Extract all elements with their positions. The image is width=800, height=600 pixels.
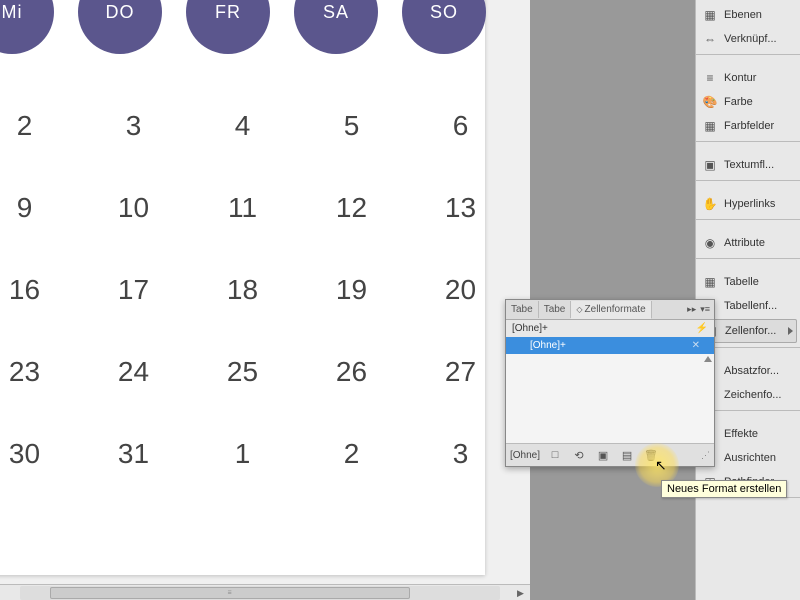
arrow-right-icon xyxy=(788,327,793,335)
resize-grip-icon[interactable]: ⋰ xyxy=(701,450,710,461)
delete-button[interactable]: 🗑 xyxy=(642,447,660,463)
horizontal-scrollbar[interactable]: ≡ ▶ xyxy=(0,584,530,600)
style-name: [Ohne]+ xyxy=(512,323,548,334)
panel-item-links[interactable]: ⇔ Verknüpf... xyxy=(696,27,800,51)
date-cell: 20 xyxy=(406,254,515,336)
panel-item-layers[interactable]: ▦ Ebenen xyxy=(696,3,800,27)
cell-styles-panel[interactable]: Tabe Tabe ◇Zellenformate ▸▸ ▾≡ [Ohne]+ ⚡… xyxy=(505,299,715,467)
date-cell: 6 xyxy=(406,90,515,172)
panel-menu-icon[interactable]: ▾≡ xyxy=(700,304,710,315)
link-icon: ◇ xyxy=(576,305,582,314)
date-cell: 31 xyxy=(79,418,188,500)
date-cell: 1 xyxy=(188,418,297,500)
scroll-thumb[interactable]: ≡ xyxy=(50,587,410,599)
stroke-icon: ≡ xyxy=(702,70,718,86)
panel-label: Farbe xyxy=(724,96,753,108)
override-icon: ✕ xyxy=(692,340,708,351)
date-cell: 26 xyxy=(297,336,406,418)
day-header: SO xyxy=(402,0,486,54)
panel-footer: [Ohne] □ ⟲ ▣ ▤ 🗑 ⋰ xyxy=(506,444,714,466)
date-cell: 13 xyxy=(406,172,515,254)
scroll-up-icon[interactable] xyxy=(704,356,712,362)
panel-item-textwrap[interactable]: ▣ Textumfl... xyxy=(696,153,800,177)
panel-tab-active[interactable]: ◇Zellenformate xyxy=(571,301,651,319)
date-cell: 2 xyxy=(297,418,406,500)
day-header: FR xyxy=(186,0,270,54)
applied-style-label: [Ohne] xyxy=(510,450,540,461)
date-cell: 17 xyxy=(79,254,188,336)
panel-label: Absatzfor... xyxy=(724,365,779,377)
panel-label: Textumfl... xyxy=(724,159,774,171)
day-header: Mi xyxy=(0,0,54,54)
panel-label: Ausrichten xyxy=(724,452,776,464)
day-header: SA xyxy=(294,0,378,54)
date-cell: 16 xyxy=(0,254,79,336)
date-cell: 3 xyxy=(406,418,515,500)
panel-item-hyperlinks[interactable]: ✋ Hyperlinks xyxy=(696,192,800,216)
panel-item-stroke[interactable]: ≡ Kontur xyxy=(696,66,800,90)
date-cell: 27 xyxy=(406,336,515,418)
textwrap-icon: ▣ xyxy=(702,157,718,173)
date-cell: 9 xyxy=(0,172,79,254)
layers-icon: ▦ xyxy=(702,7,718,23)
style-row-none-root[interactable]: [Ohne]+ ⚡ xyxy=(506,320,714,337)
panel-label: Zellenfor... xyxy=(725,325,776,337)
calendar-grid: 2 3 4 5 6 9 10 11 12 13 16 17 18 19 20 2… xyxy=(0,90,515,500)
calendar-header: Mi DO FR SA SO xyxy=(0,2,515,56)
panel-label: Attribute xyxy=(724,237,765,249)
tooltip: Neues Format erstellen xyxy=(661,480,787,498)
panel-item-swatches[interactable]: ▦ Farbfelder xyxy=(696,114,800,138)
panel-label: Tabelle xyxy=(724,276,759,288)
panel-label: Tabellenf... xyxy=(724,300,777,312)
panel-tabs: Tabe Tabe ◇Zellenformate ▸▸ ▾≡ xyxy=(506,300,714,320)
panel-tab[interactable]: Tabe xyxy=(539,301,572,318)
links-icon: ⇔ xyxy=(702,31,718,47)
date-cell: 2 xyxy=(0,90,79,172)
date-cell: 10 xyxy=(79,172,188,254)
panel-label: Verknüpf... xyxy=(724,33,777,45)
clear-attributes-button[interactable]: ▣ xyxy=(594,447,612,463)
date-cell: 25 xyxy=(188,336,297,418)
quick-apply-icon[interactable]: ⚡ xyxy=(696,323,708,334)
panel-item-attributes[interactable]: ◉ Attribute xyxy=(696,231,800,255)
panel-label: Effekte xyxy=(724,428,758,440)
canvas-area[interactable]: Mi DO FR SA SO 2 3 4 5 6 9 10 11 12 13 1… xyxy=(0,0,530,595)
style-row-none-selected[interactable]: [Ohne]+ ✕ xyxy=(506,337,714,354)
panel-item-table[interactable]: ▦ Tabelle xyxy=(696,270,800,294)
style-list-body[interactable] xyxy=(506,354,714,444)
panel-item-color[interactable]: 🎨 Farbe xyxy=(696,90,800,114)
collapse-icon[interactable]: ▸▸ xyxy=(687,304,696,315)
panel-label: Ebenen xyxy=(724,9,762,21)
panel-label: Farbfelder xyxy=(724,120,774,132)
date-cell: 11 xyxy=(188,172,297,254)
swatches-icon: ▦ xyxy=(702,118,718,134)
date-cell: 24 xyxy=(79,336,188,418)
date-cell: 30 xyxy=(0,418,79,500)
panel-label: Zeichenfo... xyxy=(724,389,781,401)
table-icon: ▦ xyxy=(702,274,718,290)
palette-icon: 🎨 xyxy=(702,94,718,110)
date-cell: 5 xyxy=(297,90,406,172)
new-group-button[interactable]: □ xyxy=(546,447,564,463)
date-cell: 12 xyxy=(297,172,406,254)
panel-tab[interactable]: Tabe xyxy=(506,301,539,318)
new-style-button[interactable]: ▤ xyxy=(618,447,636,463)
date-cell: 19 xyxy=(297,254,406,336)
grip-icon: ≡ xyxy=(227,590,232,597)
date-cell: 4 xyxy=(188,90,297,172)
panel-label: Hyperlinks xyxy=(724,198,775,210)
hyperlinks-icon: ✋ xyxy=(702,196,718,212)
style-name: [Ohne]+ xyxy=(530,340,566,351)
date-cell: 3 xyxy=(79,90,188,172)
date-cell: 18 xyxy=(188,254,297,336)
panel-label: Kontur xyxy=(724,72,756,84)
day-header: DO xyxy=(78,0,162,54)
date-cell: 23 xyxy=(0,336,79,418)
panel-tab-label: Zellenformate xyxy=(585,304,646,315)
attributes-icon: ◉ xyxy=(702,235,718,251)
scroll-arrow-right-icon[interactable]: ▶ xyxy=(517,588,527,599)
clear-overrides-button[interactable]: ⟲ xyxy=(570,447,588,463)
